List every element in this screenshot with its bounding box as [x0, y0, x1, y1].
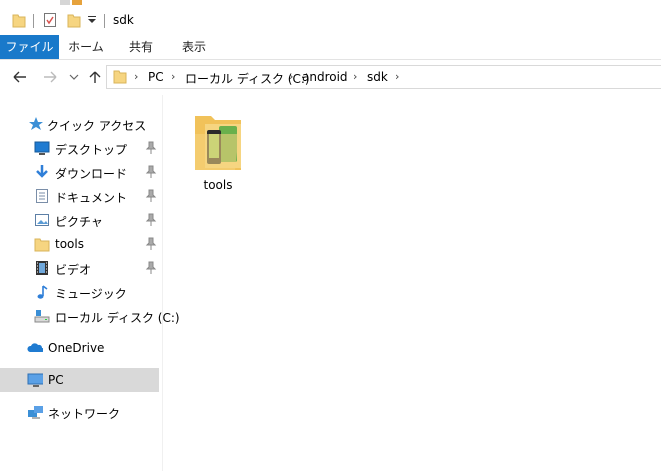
nav-label: ドキュメント [55, 191, 128, 205]
document-icon [36, 189, 48, 203]
nav-label: ピクチャ [55, 215, 103, 229]
new-folder-icon[interactable] [67, 12, 81, 28]
pin-icon[interactable] [145, 261, 157, 275]
toolbar-separator [104, 14, 105, 28]
file-item-label: tools [203, 178, 233, 192]
nav-network[interactable]: ネットワーク [0, 400, 159, 424]
folder-icon [12, 14, 26, 28]
forward-icon[interactable] [42, 70, 58, 84]
tab-file[interactable]: ファイル [0, 35, 59, 59]
breadcrumb-separator[interactable]: › [395, 70, 399, 83]
nav-label: tools [55, 237, 84, 251]
nav-item-downloads[interactable]: ダウンロード [0, 160, 159, 184]
folder-icon [113, 70, 127, 84]
breadcrumb-separator[interactable]: › [289, 70, 293, 83]
breadcrumb-separator[interactable]: › [353, 70, 357, 83]
download-icon [36, 165, 48, 178]
pin-icon[interactable] [145, 237, 157, 251]
nav-item-pictures[interactable]: ピクチャ [0, 208, 159, 232]
nav-label: クイック アクセス [47, 119, 147, 133]
back-icon[interactable] [12, 70, 28, 84]
tab-share[interactable]: 共有 [118, 35, 164, 59]
pin-icon[interactable] [145, 189, 157, 203]
nav-label: ビデオ [55, 263, 92, 277]
pin-icon[interactable] [145, 141, 157, 155]
pictures-icon [35, 214, 49, 226]
video-icon [36, 261, 48, 275]
properties-icon[interactable] [43, 12, 57, 28]
window-top-edge [60, 0, 82, 5]
nav-item-desktop[interactable]: デスクトップ [0, 136, 159, 160]
nav-label: ミュージック [55, 287, 127, 301]
recent-locations-icon[interactable] [69, 73, 79, 81]
computer-icon [27, 373, 43, 387]
customize-toolbar-icon[interactable] [87, 15, 97, 25]
nav-label: ダウンロード [55, 167, 128, 181]
nav-pc[interactable]: PC [0, 368, 159, 392]
toolbar-separator [33, 14, 34, 28]
breadcrumb-android[interactable]: android [302, 70, 348, 84]
up-icon[interactable] [88, 70, 102, 84]
star-icon [29, 117, 43, 130]
tab-home[interactable]: ホーム [62, 35, 110, 59]
pin-icon[interactable] [145, 165, 157, 179]
nav-item-videos[interactable]: ビデオ [0, 256, 159, 280]
breadcrumb-pc[interactable]: PC [148, 70, 164, 84]
breadcrumb-separator[interactable]: › [134, 70, 138, 83]
nav-item-tools[interactable]: tools [0, 232, 159, 256]
folder-icon [34, 238, 50, 252]
nav-label: OneDrive [48, 341, 105, 355]
nav-item-local-disk[interactable]: ローカル ディスク (C:) [0, 304, 180, 328]
music-icon [37, 285, 48, 299]
desktop-icon [34, 141, 50, 155]
nav-quick-access[interactable]: クイック アクセス [0, 112, 159, 136]
android-folder-icon [195, 116, 241, 170]
nav-onedrive[interactable]: OneDrive [0, 336, 159, 360]
nav-label: ローカル ディスク (C:) [55, 311, 180, 325]
window-title: sdk [113, 13, 134, 27]
nav-item-music[interactable]: ミュージック [0, 280, 159, 304]
breadcrumb-separator[interactable]: › [171, 70, 175, 83]
tab-view[interactable]: 表示 [170, 35, 218, 59]
nav-label: ネットワーク [48, 407, 121, 421]
onedrive-icon [27, 343, 43, 352]
nav-label: デスクトップ [55, 143, 128, 157]
nav-item-documents[interactable]: ドキュメント [0, 184, 159, 208]
network-icon [28, 406, 43, 419]
drive-icon [34, 310, 50, 323]
pin-icon[interactable] [145, 213, 157, 227]
breadcrumb-sdk[interactable]: sdk [367, 70, 388, 84]
nav-label: PC [48, 373, 64, 387]
file-item-tools[interactable]: tools [187, 105, 249, 195]
